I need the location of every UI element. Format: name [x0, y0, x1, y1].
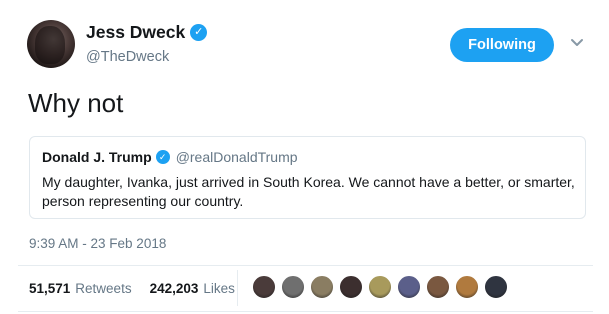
liker-avatar[interactable]: [339, 275, 363, 299]
liker-avatar[interactable]: [368, 275, 392, 299]
quoted-verified-badge-icon: ✓: [155, 150, 170, 164]
following-button[interactable]: Following: [450, 28, 554, 62]
likes-count[interactable]: 242,203: [150, 281, 199, 296]
liker-avatar[interactable]: [281, 275, 305, 299]
chevron-down-icon[interactable]: [569, 34, 585, 50]
likes-label[interactable]: Likes: [203, 281, 235, 296]
quoted-tweet-text: My daughter, Ivanka, just arrived in Sou…: [42, 174, 575, 209]
verified-badge-icon: ✓: [190, 24, 208, 41]
author-name[interactable]: Jess Dweck: [86, 22, 185, 43]
retweets-count[interactable]: 51,571: [29, 281, 70, 296]
quoted-tweet-header: Donald J. Trump ✓ @realDonaldTrump: [42, 149, 298, 165]
liker-avatar[interactable]: [397, 275, 421, 299]
tweet-stats: 51,571 Retweets 242,203 Likes: [29, 281, 235, 296]
author-avatar[interactable]: [27, 20, 75, 68]
liker-avatar[interactable]: [426, 275, 450, 299]
quoted-tweet-card[interactable]: Donald J. Trump ✓ @realDonaldTrump My da…: [29, 136, 586, 219]
tweet-timestamp[interactable]: 9:39 AM - 23 Feb 2018: [29, 236, 166, 251]
stats-separator: [237, 270, 238, 306]
liker-avatar[interactable]: [252, 275, 276, 299]
liker-avatar[interactable]: [455, 275, 479, 299]
author-handle[interactable]: @TheDweck: [86, 49, 169, 65]
stats-spacer: [137, 281, 145, 296]
retweets-label[interactable]: Retweets: [75, 281, 131, 296]
author-name-row[interactable]: Jess Dweck ✓: [86, 22, 208, 43]
divider: [18, 265, 593, 266]
divider: [18, 311, 593, 312]
liker-avatar[interactable]: [484, 275, 508, 299]
quoted-author-handle: @realDonaldTrump: [175, 149, 298, 165]
quoted-author-name: Donald J. Trump: [42, 149, 152, 165]
tweet-text: Why not: [28, 88, 124, 118]
liker-avatar[interactable]: [310, 275, 334, 299]
